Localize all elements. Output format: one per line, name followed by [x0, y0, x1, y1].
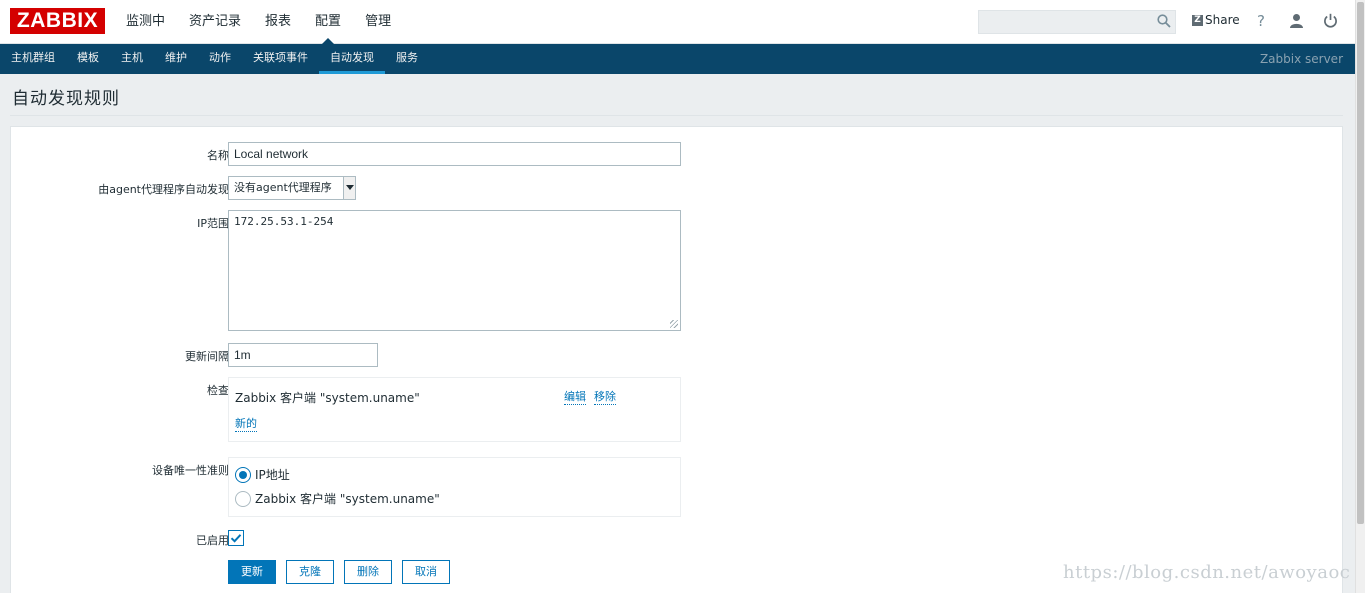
name-label: 名称 [207, 149, 229, 162]
check-item: Zabbix 客户端 "system.uname" [235, 391, 420, 405]
sub-nav-hosts[interactable]: 主机 [110, 44, 154, 74]
main-nav-administration[interactable]: 管理 [365, 0, 391, 44]
main-nav-reports[interactable]: 报表 [265, 0, 291, 44]
share-button[interactable]: Z Share [1192, 13, 1240, 27]
main-nav-monitoring[interactable]: 监测中 [126, 0, 165, 44]
scrollbar-thumb[interactable] [1357, 2, 1364, 524]
sub-nav-services[interactable]: 服务 [385, 44, 429, 74]
ip-range-value: 172.25.53.1-254 [234, 215, 334, 228]
page-scrollbar[interactable] [1355, 0, 1365, 593]
sign-out-icon[interactable] [1323, 13, 1338, 28]
uniqueness-option-ip[interactable]: IP地址 [235, 466, 290, 483]
uniqueness-label: 设备唯一性准则 [152, 464, 229, 477]
interval-label: 更新间隔 [185, 350, 229, 363]
main-nav: 监测中 资产记录 报表 配置 管理 [126, 0, 415, 45]
sub-nav-discovery[interactable]: 自动发现 [319, 44, 385, 74]
check-new-link[interactable]: 新的 [235, 415, 257, 432]
zabbix-share-icon: Z [1192, 14, 1203, 26]
ip-range-label: IP范围 [197, 217, 229, 230]
uniqueness-box: IP地址 Zabbix 客户端 "system.uname" [228, 457, 681, 517]
uniqueness-option-agent-label: Zabbix 客户端 "system.uname" [255, 492, 440, 506]
ip-range-textarea[interactable]: 172.25.53.1-254 [228, 210, 681, 331]
main-nav-inventory[interactable]: 资产记录 [189, 0, 241, 44]
resize-handle-icon[interactable] [670, 320, 678, 328]
name-field[interactable]: Local network [228, 142, 681, 166]
update-button[interactable]: 更新 [228, 560, 276, 584]
zabbix-logo[interactable]: ZABBIX [10, 8, 105, 34]
server-name: Zabbix server [1259, 52, 1343, 66]
user-profile-icon[interactable] [1289, 13, 1304, 28]
checkmark-icon [230, 534, 242, 543]
title-divider [10, 115, 1343, 116]
sub-nav-correlation[interactable]: 关联项事件 [242, 44, 319, 74]
page-title: 自动发现规则 [12, 89, 120, 109]
cancel-button[interactable]: 取消 [402, 560, 450, 584]
search-input[interactable] [978, 10, 1176, 34]
proxy-select[interactable]: 没有agent代理程序 [228, 176, 356, 200]
enabled-label: 已启用 [196, 534, 229, 547]
sub-nav-maintenance[interactable]: 维护 [154, 44, 198, 74]
checks-label: 检查 [207, 384, 229, 397]
enabled-checkbox[interactable] [228, 530, 244, 546]
radio-agent[interactable] [235, 490, 251, 507]
main-nav-configuration[interactable]: 配置 [315, 0, 341, 45]
sub-nav-actions[interactable]: 动作 [198, 44, 242, 74]
search-icon[interactable] [1157, 14, 1171, 28]
proxy-label: 由agent代理程序自动发现 [98, 183, 229, 196]
help-icon[interactable]: ? [1257, 12, 1265, 30]
uniqueness-option-ip-label: IP地址 [255, 468, 290, 482]
form-panel: 名称 Local network 由agent代理程序自动发现 没有agent代… [10, 126, 1343, 593]
chevron-down-icon [343, 177, 355, 199]
sub-nav-templates[interactable]: 模板 [66, 44, 110, 74]
top-header: ZABBIX 监测中 资产记录 报表 配置 管理 Z Share ? [0, 0, 1355, 45]
share-label: Share [1205, 13, 1240, 27]
proxy-select-value: 没有agent代理程序 [234, 181, 332, 194]
interval-field[interactable]: 1m [228, 343, 378, 367]
sub-nav: 主机群组 模板 主机 维护 动作 关联项事件 自动发现 服务 Zabbix se… [0, 44, 1355, 74]
delete-button[interactable]: 删除 [344, 560, 392, 584]
watermark: https://blog.csdn.net/awoyaoc [1063, 562, 1351, 583]
sub-nav-host-groups[interactable]: 主机群组 [0, 44, 66, 74]
checks-box: Zabbix 客户端 "system.uname" 编辑 移除 新的 [228, 377, 681, 442]
check-edit-link[interactable]: 编辑 [564, 388, 586, 405]
check-remove-link[interactable]: 移除 [594, 388, 616, 405]
radio-ip[interactable] [235, 466, 251, 483]
uniqueness-option-agent[interactable]: Zabbix 客户端 "system.uname" [235, 490, 440, 507]
clone-button[interactable]: 克隆 [286, 560, 334, 584]
